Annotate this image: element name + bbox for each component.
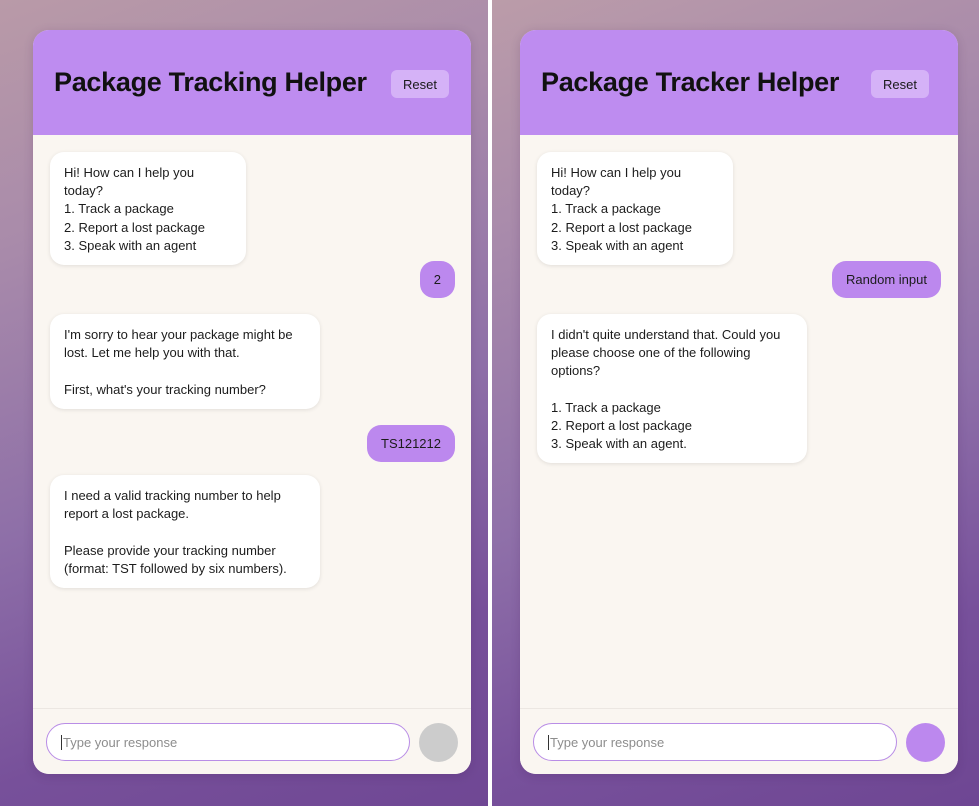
input-bar: Type your response — [520, 708, 958, 774]
message-list: Hi! How can I help you today? 1. Track a… — [33, 135, 471, 708]
chat-header: Package Tracking Helper Reset — [33, 30, 471, 135]
send-button[interactable] — [419, 723, 458, 762]
user-message: 2 — [419, 261, 455, 298]
response-input[interactable]: Type your response — [46, 723, 410, 761]
chat-header: Package Tracker Helper Reset — [520, 30, 958, 135]
message-list: Hi! How can I help you today? 1. Track a… — [520, 135, 958, 708]
response-input[interactable]: Type your response — [533, 723, 897, 761]
reset-button[interactable]: Reset — [871, 70, 929, 98]
reset-button[interactable]: Reset — [391, 70, 449, 98]
bot-message: I didn't quite understand that. Could yo… — [537, 314, 807, 464]
chat-window: Package Tracking Helper Reset Hi! How ca… — [33, 30, 471, 774]
input-placeholder: Type your response — [63, 734, 178, 750]
user-message: TS121212 — [367, 425, 455, 462]
send-button[interactable] — [906, 723, 945, 762]
input-bar: Type your response — [33, 708, 471, 774]
bot-message: Hi! How can I help you today? 1. Track a… — [50, 152, 246, 266]
bot-message: I'm sorry to hear your package might be … — [50, 314, 320, 409]
right-chat-panel: Package Tracker Helper Reset Hi! How can… — [492, 0, 979, 806]
text-cursor — [548, 734, 549, 750]
bot-message: I need a valid tracking number to help r… — [50, 475, 320, 589]
chat-title: Package Tracker Helper — [541, 67, 840, 97]
left-chat-panel: Package Tracking Helper Reset Hi! How ca… — [0, 0, 488, 806]
user-message: Random input — [832, 261, 941, 298]
chat-window: Package Tracker Helper Reset Hi! How can… — [520, 30, 958, 774]
input-placeholder: Type your response — [550, 734, 665, 750]
text-cursor — [61, 734, 62, 750]
chat-title: Package Tracking Helper — [54, 67, 367, 97]
bot-message: Hi! How can I help you today? 1. Track a… — [537, 152, 733, 266]
